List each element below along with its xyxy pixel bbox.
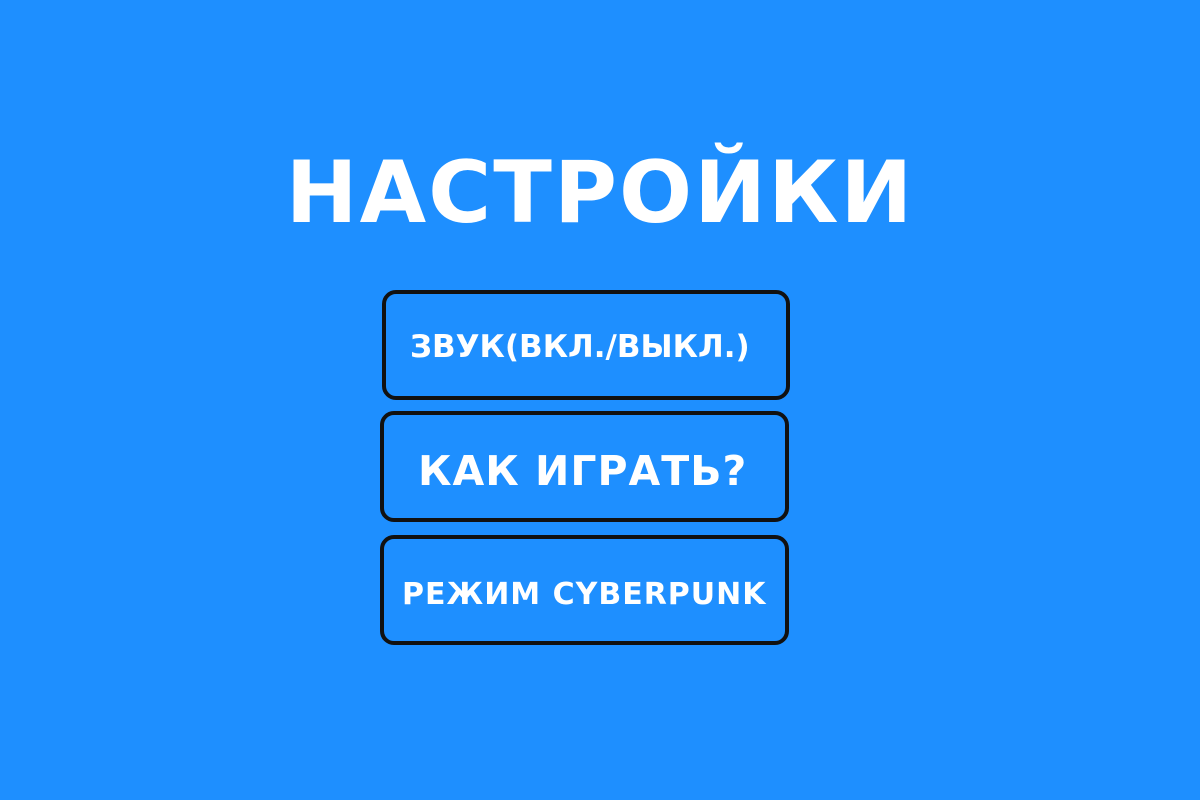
sound-toggle-button[interactable]: ЗВУК(ВКЛ./ВЫКЛ.): [382, 290, 790, 400]
settings-title: НАСТРОЙКИ: [285, 143, 915, 243]
how-to-play-label: КАК ИГРАТЬ?: [418, 447, 748, 495]
settings-screen: НАСТРОЙКИ ЗВУК(ВКЛ./ВЫКЛ.) КАК ИГРАТЬ? Р…: [0, 0, 1200, 800]
cyberpunk-mode-button[interactable]: РЕЖИМ CYBERPUNK: [380, 535, 789, 645]
how-to-play-button[interactable]: КАК ИГРАТЬ?: [380, 411, 789, 522]
sound-toggle-label: ЗВУК(ВКЛ./ВЫКЛ.): [410, 329, 750, 365]
cyberpunk-mode-label: РЕЖИМ CYBERPUNK: [402, 577, 767, 612]
